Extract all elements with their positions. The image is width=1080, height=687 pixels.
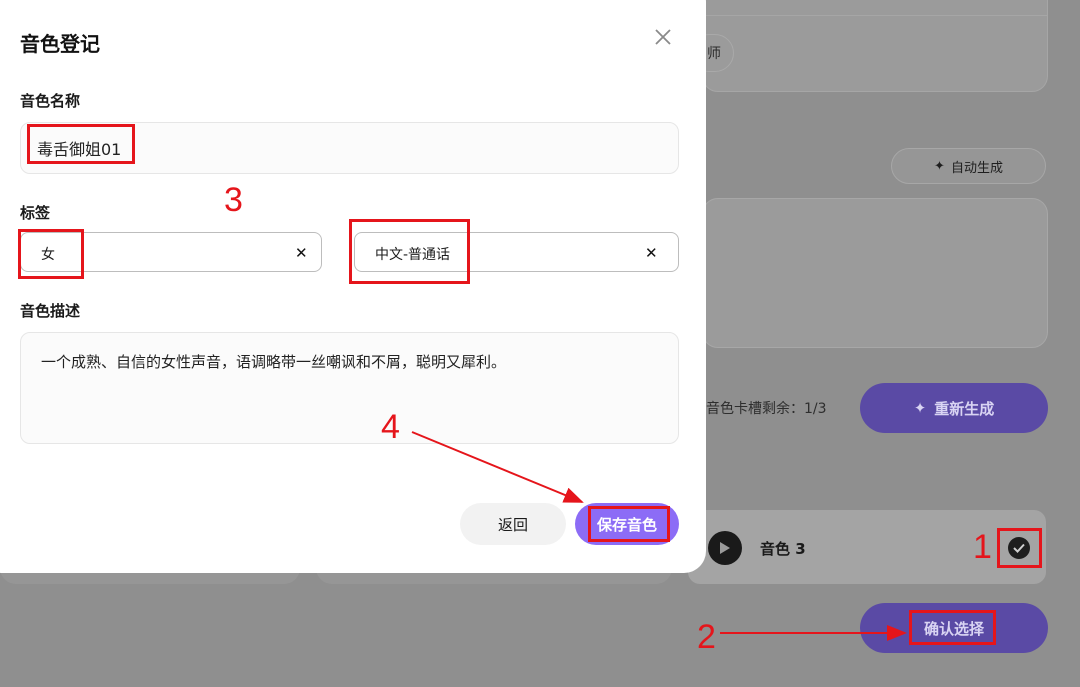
arrow-to-save xyxy=(411,431,584,503)
annotation-arrows xyxy=(411,431,907,641)
